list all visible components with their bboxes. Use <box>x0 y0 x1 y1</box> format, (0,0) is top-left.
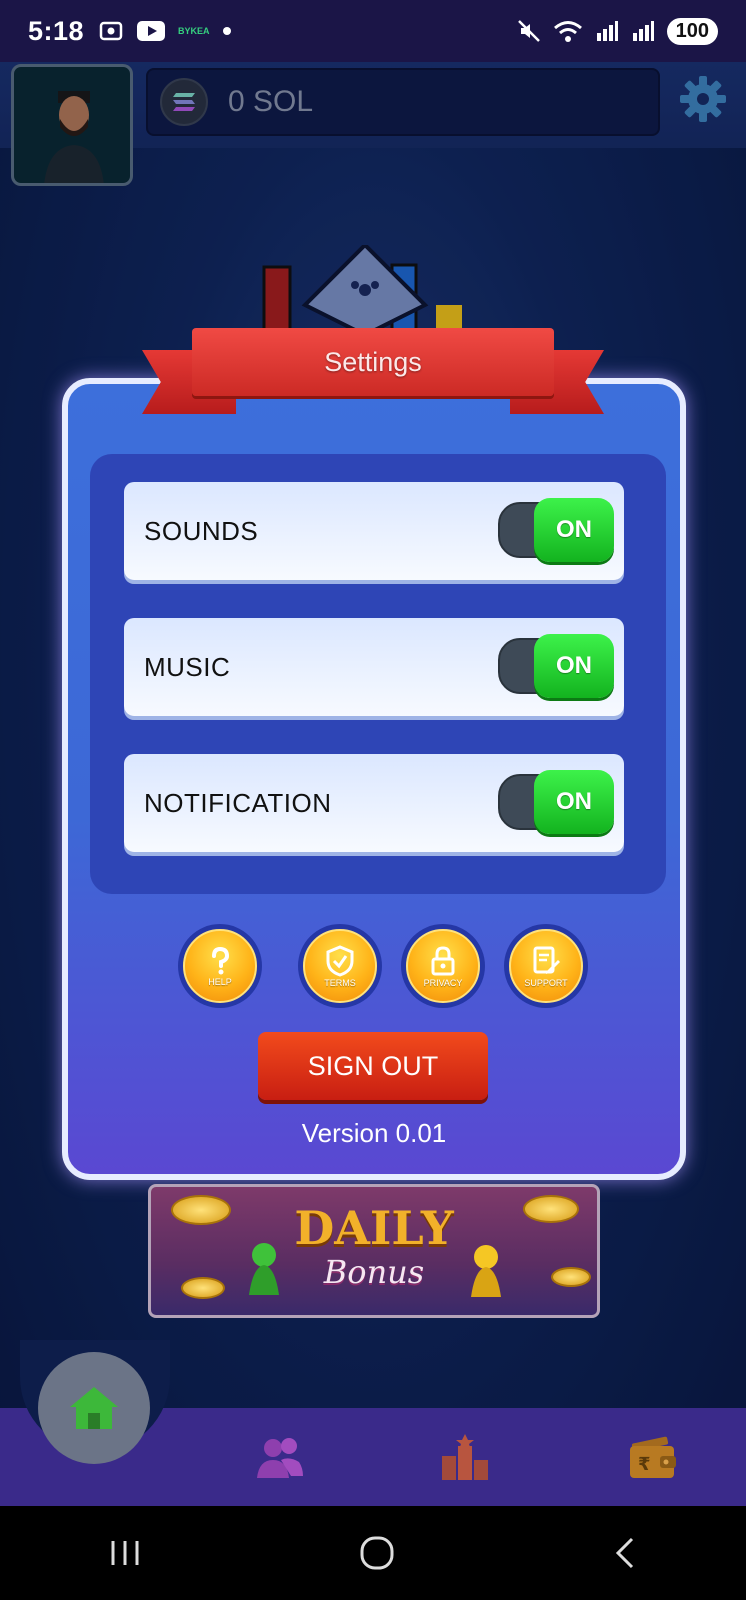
daily-bonus-banner[interactable]: DAILY Bonus <box>148 1184 600 1318</box>
nav-home-button[interactable] <box>38 1352 150 1464</box>
dialog-title: Settings <box>324 346 422 377</box>
help-label: HELP <box>208 976 232 987</box>
music-label: MUSIC <box>144 651 231 682</box>
music-row: MUSIC ON <box>124 618 624 716</box>
recent-apps-icon[interactable] <box>108 1538 142 1568</box>
terms-label: TERMS <box>324 977 356 988</box>
bonus-subtitle: Bonus <box>323 1253 425 1291</box>
system-navigation-bar <box>0 1506 746 1600</box>
sounds-label: SOUNDS <box>144 515 259 546</box>
wallet-icon[interactable]: ₹ <box>628 1434 678 1480</box>
question-icon <box>212 946 230 974</box>
home-icon <box>70 1387 118 1429</box>
version-text: Version 0.01 <box>301 1118 447 1146</box>
status-bar: 5:18 BYKEA 100 <box>0 0 746 62</box>
bykea-badge: BYKEA <box>178 26 210 36</box>
shield-check-icon <box>326 944 354 977</box>
daily-title: DAILY <box>294 1201 454 1255</box>
notification-toggle[interactable]: ON <box>498 770 614 834</box>
wifi-icon <box>553 21 582 42</box>
notification-dot-icon <box>222 27 231 35</box>
leaderboard-icon[interactable] <box>440 1434 490 1480</box>
mute-icon <box>517 20 540 42</box>
settings-title-ribbon: Settings <box>192 328 554 396</box>
sign-out-button[interactable]: SIGN OUT <box>258 1032 488 1100</box>
friends-icon[interactable] <box>255 1434 305 1480</box>
help-button[interactable]: HELP <box>178 924 262 1008</box>
svg-text:₹: ₹ <box>638 1454 651 1475</box>
notification-row: NOTIFICATION ON <box>124 754 624 852</box>
back-icon[interactable] <box>612 1536 638 1570</box>
home-system-icon[interactable] <box>359 1535 395 1571</box>
support-button[interactable]: SUPPORT <box>504 924 588 1008</box>
sounds-toggle[interactable]: ON <box>498 498 614 562</box>
toggle-knob: ON <box>534 770 614 834</box>
status-time: 5:18 <box>28 15 85 46</box>
toggle-knob: ON <box>534 634 614 698</box>
music-toggle[interactable]: ON <box>498 634 614 698</box>
youtube-icon <box>137 21 166 41</box>
screen-record-icon <box>99 21 123 41</box>
sounds-row: SOUNDS ON <box>124 482 624 580</box>
lock-icon <box>431 945 455 975</box>
notification-label: NOTIFICATION <box>144 787 332 818</box>
edit-document-icon <box>533 946 560 974</box>
privacy-label: PRIVACY <box>423 977 463 988</box>
signal-icon-2 <box>632 21 654 41</box>
privacy-button[interactable]: PRIVACY <box>401 924 485 1008</box>
signal-icon <box>596 21 618 41</box>
terms-button[interactable]: TERMS <box>298 924 382 1008</box>
battery-indicator: 100 <box>666 17 718 45</box>
toggle-knob: ON <box>534 498 614 562</box>
support-label: SUPPORT <box>524 977 568 988</box>
